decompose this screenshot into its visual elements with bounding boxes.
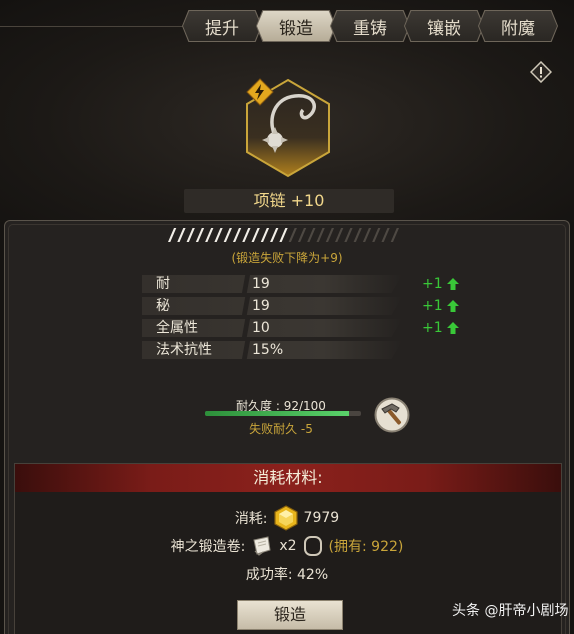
progress-segment-empty [307,228,316,242]
scroll-label: 神之锻造卷: [170,539,246,555]
forge-progress-bar [168,228,399,242]
up-arrow-icon [446,322,459,334]
progress-segment-empty [390,228,399,242]
scroll-line: 神之锻造卷: x2 (拥有: 922) [0,535,574,557]
progress-segment-empty [381,228,390,242]
progress-segment-empty [362,228,372,242]
up-arrow-icon [446,278,459,290]
progress-segment-empty [325,228,335,242]
stat-row: 法术抗性 15% [142,341,412,359]
durability-bar [205,411,361,416]
stat-bonus: +1 [422,275,460,293]
bonus-value: +1 [422,298,443,314]
tab-upgrade[interactable]: 提升 [183,11,261,41]
durability-fail-text: 失败耐久 -5 [249,422,313,436]
stat-row: 秘 19 [142,297,412,315]
item-name: 项链 +10 [184,189,394,213]
progress-segment-empty [344,228,353,242]
stat-name: 法术抗性 [156,342,212,358]
gold-crystal-icon [273,505,298,531]
stat-value: 10 [252,320,270,336]
cost-label: 消耗: [234,511,268,527]
hammer-icon[interactable] [374,397,410,433]
materials-header: 消耗材料: [15,464,561,492]
tab-forge[interactable]: 锻造 [257,11,335,41]
progress-segment-filled [270,228,279,242]
progress-segment-filled [223,228,232,242]
cost-line: 消耗: 7979 [0,505,574,531]
protection-charm-icon[interactable] [303,535,323,557]
durability-fill [205,411,349,416]
tab-enchant[interactable]: 附魔 [479,11,557,41]
progress-segment-empty [353,228,362,242]
stat-name: 全属性 [156,320,198,336]
stat-name: 耐 [156,276,170,292]
stat-row: 全属性 10 [142,319,412,337]
tab-bar: 提升 锻造 重铸 镶嵌 附魔 [182,10,558,42]
tab-inlay[interactable]: 镶嵌 [405,11,483,41]
progress-segment-empty [288,228,297,242]
stat-value: 15% [252,342,284,358]
stat-bonus: +1 [422,297,460,315]
bonus-value: +1 [422,276,443,292]
progress-segment-filled [279,228,288,242]
progress-segment-empty [297,228,307,242]
progress-segment-empty [372,228,381,242]
progress-segment-filled [242,228,251,242]
progress-segment-filled [168,228,177,242]
progress-segment-filled [205,228,214,242]
stat-name: 秘 [156,298,170,314]
divider [0,26,190,27]
progress-segment-filled [232,228,242,242]
scroll-count: x2 [279,538,297,554]
tab-recast[interactable]: 重铸 [331,11,409,41]
progress-segment-filled [177,228,186,242]
stat-value: 19 [252,276,270,292]
fail-note: (锻造失败下降为+9) [231,251,343,265]
stat-background [142,275,402,293]
stat-background [142,297,402,315]
bonus-value: +1 [422,320,443,336]
progress-segment-filled [214,228,223,242]
forge-button[interactable]: 锻造 [237,600,343,630]
watermark: 头条 @肝帝小剧场 [452,603,569,619]
stat-bonus: +1 [422,319,460,337]
progress-segment-filled [260,228,270,242]
success-rate: 成功率: 42% [245,567,329,583]
progress-segment-empty [316,228,325,242]
progress-segment-filled [186,228,195,242]
owned-count: (拥有: 922) [328,539,404,555]
cost-value: 7979 [303,510,340,526]
stat-row: 耐 19 [142,275,412,293]
lightning-icon [246,78,274,106]
progress-segment-empty [335,228,344,242]
up-arrow-icon [446,300,459,312]
progress-segment-filled [251,228,260,242]
warning-icon[interactable] [530,61,552,83]
scroll-icon[interactable] [251,535,273,557]
progress-segment-filled [195,228,205,242]
stat-value: 19 [252,298,270,314]
